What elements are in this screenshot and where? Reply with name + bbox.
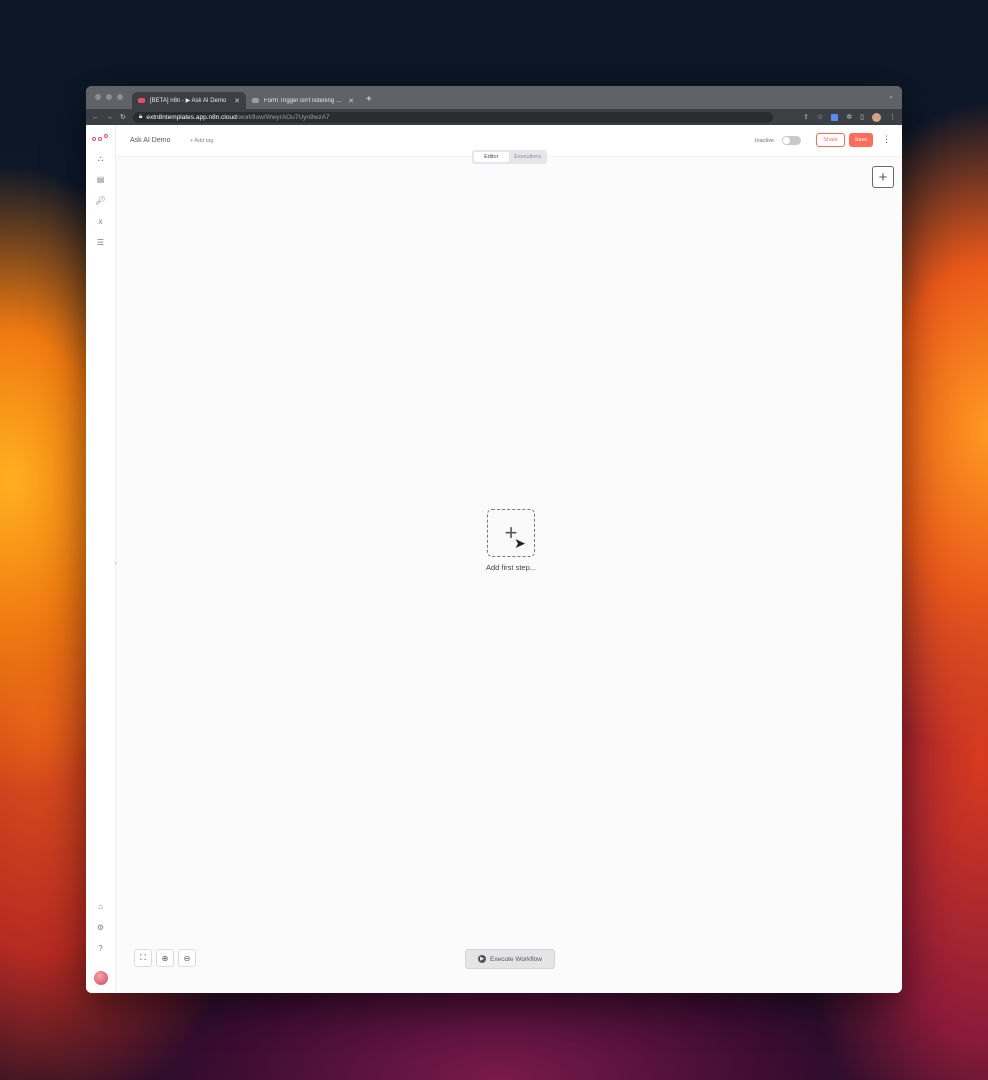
tab-search-chevron-icon[interactable]: ⌄ xyxy=(888,92,894,100)
zoom-in-icon[interactable]: ⊕ xyxy=(156,949,174,967)
back-icon[interactable]: ← xyxy=(92,114,99,121)
zoom-out-icon[interactable]: ⊖ xyxy=(178,949,196,967)
play-icon: ▶ xyxy=(478,955,487,963)
share-page-icon[interactable]: ⇪ xyxy=(803,113,809,121)
tab-editor[interactable]: Editor xyxy=(474,152,509,162)
minimize-window-button[interactable] xyxy=(106,94,112,100)
tab-title: [BETA] n8n - ▶ Ask AI Demo xyxy=(150,98,227,104)
n8n-app: ⛬ ▤ 🔑︎ x ☰ ⌂ ⚙ ? › Ask AI Demo + Add tag… xyxy=(86,125,902,993)
fit-view-icon[interactable]: ⛶ xyxy=(134,949,152,967)
templates-icon[interactable]: ▤ xyxy=(95,175,107,185)
add-first-step-button[interactable]: + xyxy=(487,509,535,557)
workflow-name[interactable]: Ask AI Demo xyxy=(130,137,170,144)
share-button[interactable]: Share xyxy=(816,133,845,147)
executions-icon[interactable]: ☰ xyxy=(95,238,107,248)
more-options-icon[interactable]: ⋮ xyxy=(882,134,891,145)
lock-icon: 🔒︎ xyxy=(138,113,143,120)
n8n-favicon xyxy=(138,98,145,103)
add-tag-button[interactable]: + Add tag xyxy=(190,138,213,144)
settings-icon[interactable]: ⚙ xyxy=(97,923,104,933)
close-window-button[interactable] xyxy=(95,94,101,100)
execute-workflow-label: Execute Workflow xyxy=(490,955,542,963)
workflows-icon[interactable]: ⛬ xyxy=(95,154,107,164)
execute-workflow-button[interactable]: ▶ Execute Workflow xyxy=(465,949,555,969)
tab-form-trigger[interactable]: Form Trigger isn't listening yet ✕ xyxy=(246,92,360,109)
url-path: /workflow/WwyrAOu7Uyn9wzA7 xyxy=(236,113,330,121)
extensions-puzzle-icon[interactable]: ✲ xyxy=(846,113,852,121)
tab-ask-ai-demo[interactable]: [BETA] n8n - ▶ Ask AI Demo ✕ xyxy=(132,92,246,109)
new-tab-button[interactable]: + xyxy=(366,94,372,105)
forward-icon[interactable]: → xyxy=(106,114,113,121)
browser-window: [BETA] n8n - ▶ Ask AI Demo ✕ Form Trigge… xyxy=(86,86,902,993)
url-host: extn8ntemplates.app.n8n.cloud xyxy=(146,113,237,121)
help-icon[interactable]: ? xyxy=(98,944,102,954)
zoom-controls: ⛶ ⊕ ⊖ xyxy=(134,949,196,967)
home-icon[interactable]: ⌂ xyxy=(98,902,103,912)
tab-strip: [BETA] n8n - ▶ Ask AI Demo ✕ Form Trigge… xyxy=(86,86,902,109)
reload-icon[interactable]: ↻ xyxy=(120,113,126,121)
tab-close-icon[interactable]: ✕ xyxy=(348,97,354,105)
tab-title: Form Trigger isn't listening yet xyxy=(264,97,344,104)
mouse-cursor-icon: ➤ xyxy=(514,535,526,551)
add-node-button[interactable]: + xyxy=(872,166,894,188)
window-controls xyxy=(95,94,123,100)
url-field[interactable]: 🔒︎ extn8ntemplates.app.n8n.cloud/workflo… xyxy=(132,111,773,123)
address-bar: ← → ↻ 🔒︎ extn8ntemplates.app.n8n.cloud/w… xyxy=(86,109,902,125)
active-toggle[interactable] xyxy=(782,136,801,145)
variables-icon[interactable]: x xyxy=(95,217,107,227)
extension-icon[interactable] xyxy=(831,113,839,121)
sidebar: ⛬ ▤ 🔑︎ x ☰ ⌂ ⚙ ? xyxy=(86,125,116,993)
browser-menu-icon[interactable]: ⋮ xyxy=(889,113,896,121)
tab-close-icon[interactable]: ✕ xyxy=(234,97,240,105)
add-first-step-label: Add first step... xyxy=(485,563,537,572)
maximize-window-button[interactable] xyxy=(117,94,123,100)
n8n-logo[interactable] xyxy=(91,134,110,144)
view-switcher: Editor Executions xyxy=(472,150,547,164)
active-status-label: Inactive xyxy=(755,137,774,144)
credentials-icon[interactable]: 🔑︎ xyxy=(95,196,107,206)
sidebar-collapse-icon[interactable]: › xyxy=(115,561,117,567)
user-avatar[interactable] xyxy=(93,971,108,985)
profile-avatar[interactable] xyxy=(872,112,881,122)
side-panel-icon[interactable]: ▯ xyxy=(860,113,864,121)
tab-executions[interactable]: Executions xyxy=(511,152,546,162)
save-button[interactable]: Save xyxy=(849,133,873,147)
bookmark-star-icon[interactable]: ☆ xyxy=(817,113,823,121)
n8n-favicon xyxy=(252,98,259,103)
